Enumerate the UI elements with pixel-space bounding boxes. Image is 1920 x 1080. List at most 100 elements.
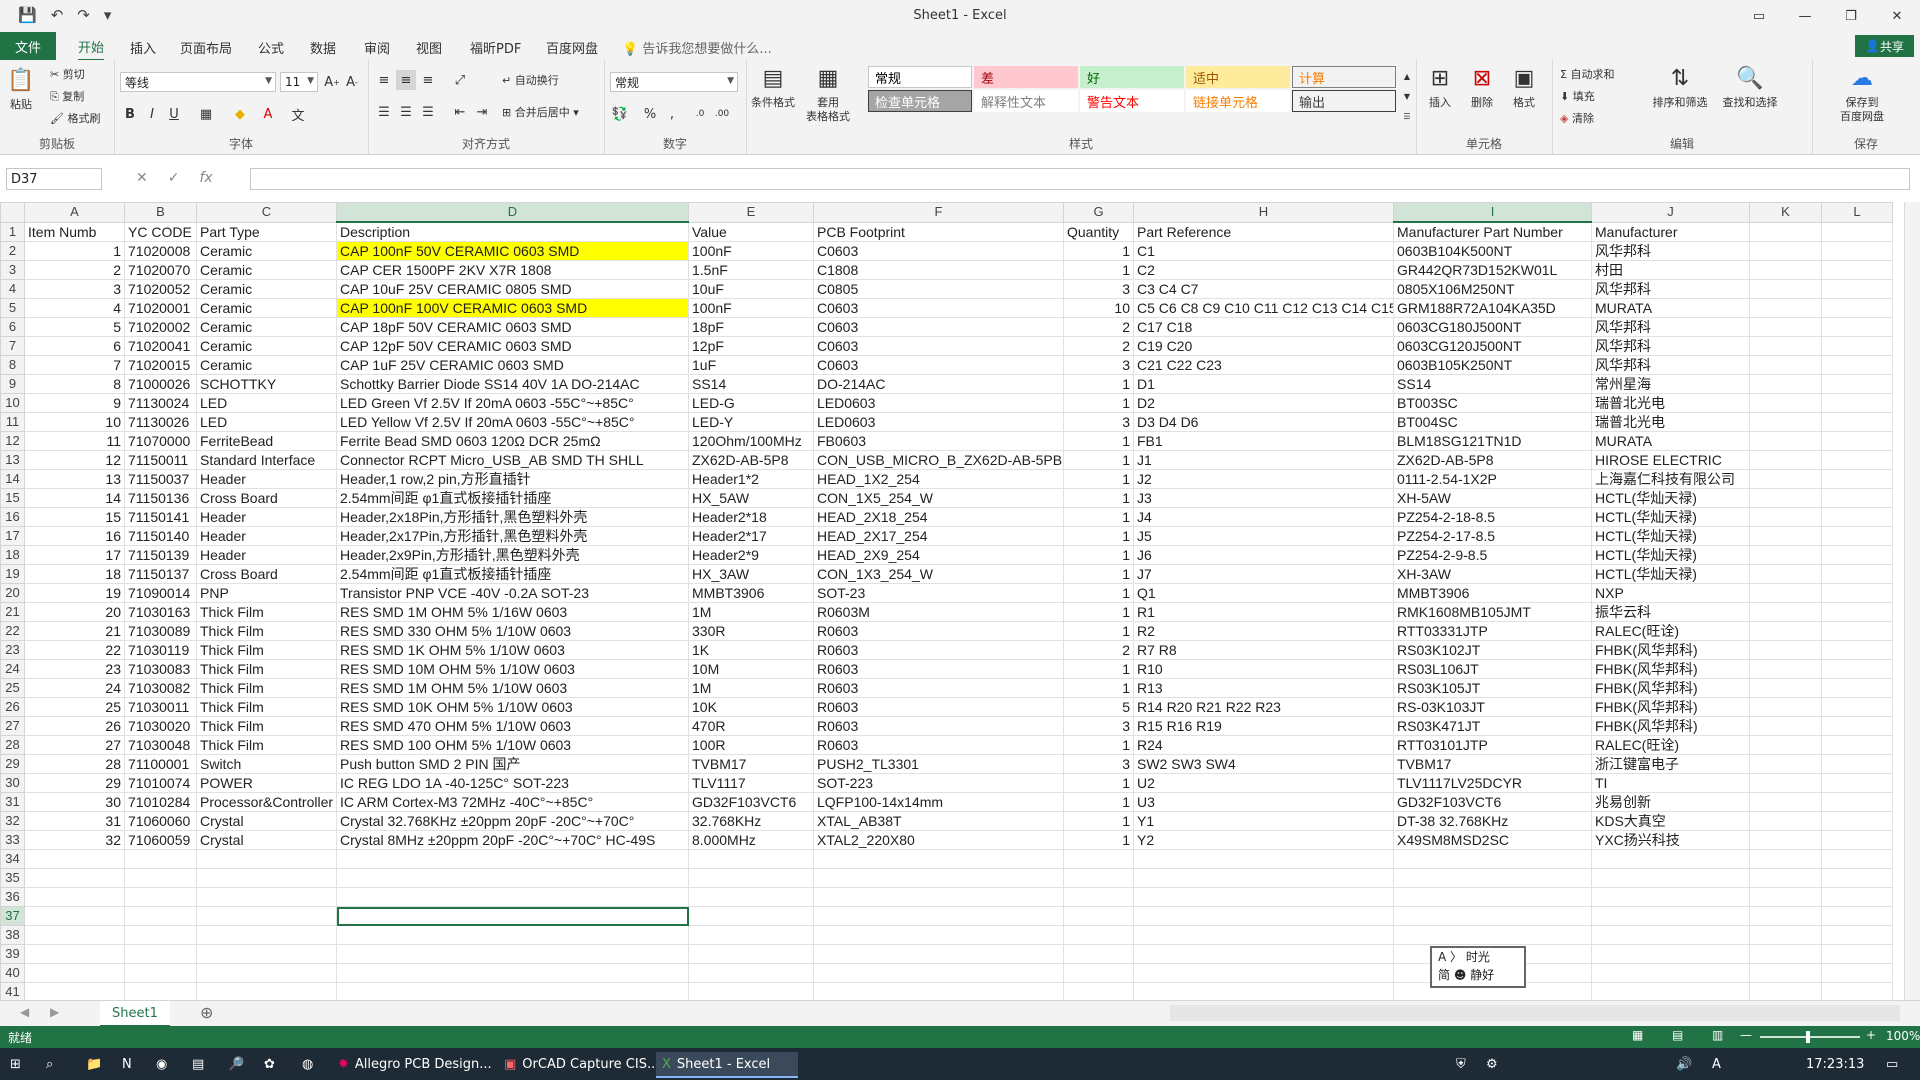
cell-H38[interactable] bbox=[1133, 925, 1394, 945]
row-header[interactable]: 35 bbox=[0, 868, 25, 888]
cell-L19[interactable] bbox=[1821, 564, 1893, 584]
cell-G39[interactable] bbox=[1063, 944, 1134, 964]
insert-function-icon[interactable]: fx bbox=[199, 170, 212, 186]
cell-B30[interactable]: 71010074 bbox=[124, 773, 197, 793]
cell-C24[interactable]: Thick Film bbox=[196, 659, 337, 679]
search-icon[interactable]: ⌕ bbox=[40, 1052, 59, 1076]
cell-G20[interactable]: 1 bbox=[1063, 583, 1134, 603]
cell-B36[interactable] bbox=[124, 887, 197, 907]
cell-C13[interactable]: Standard Interface bbox=[196, 450, 337, 470]
cell-H29[interactable]: SW2 SW3 SW4 bbox=[1133, 754, 1394, 774]
cell-B24[interactable]: 71030083 bbox=[124, 659, 197, 679]
cell-B31[interactable]: 71010284 bbox=[124, 792, 197, 812]
cell-F15[interactable]: CON_1X5_254_W bbox=[813, 488, 1064, 508]
cell-H36[interactable] bbox=[1133, 887, 1394, 907]
cell-K21[interactable] bbox=[1749, 602, 1822, 622]
chrome-icon[interactable]: ◍ bbox=[296, 1052, 319, 1076]
cell-L38[interactable] bbox=[1821, 925, 1893, 945]
cell-H30[interactable]: U2 bbox=[1133, 773, 1394, 793]
cell-I38[interactable] bbox=[1393, 925, 1592, 945]
name-box[interactable]: D37 bbox=[6, 168, 102, 190]
cell-A5[interactable]: 4 bbox=[24, 298, 125, 318]
row-header[interactable]: 10 bbox=[0, 393, 25, 413]
cell-L12[interactable] bbox=[1821, 431, 1893, 451]
cell-F21[interactable]: R0603M bbox=[813, 602, 1064, 622]
cell-H23[interactable]: R7 R8 bbox=[1133, 640, 1394, 660]
cell-K41[interactable] bbox=[1749, 982, 1822, 1002]
cell-D8[interactable]: CAP 1uF 25V CERAMIC 0603 SMD bbox=[336, 355, 689, 375]
cell-J3[interactable]: 村田 bbox=[1591, 260, 1750, 280]
cell-C2[interactable]: Ceramic bbox=[196, 241, 337, 261]
cell-J14[interactable]: 上海嘉仁科技有限公司 bbox=[1591, 469, 1750, 489]
cell-I28[interactable]: RTT03101JTP bbox=[1393, 735, 1592, 755]
notification-icon[interactable]: ▭ bbox=[1880, 1052, 1904, 1076]
cell-B19[interactable]: 71150137 bbox=[124, 564, 197, 584]
cell-D41[interactable] bbox=[336, 982, 689, 1002]
cell-L29[interactable] bbox=[1821, 754, 1893, 774]
cell-J9[interactable]: 常州星海 bbox=[1591, 374, 1750, 394]
cell-C14[interactable]: Header bbox=[196, 469, 337, 489]
tab-file[interactable]: 文件 bbox=[0, 32, 56, 60]
cell-K7[interactable] bbox=[1749, 336, 1822, 356]
comma-style-icon[interactable]: , bbox=[662, 104, 682, 124]
cell-G16[interactable]: 1 bbox=[1063, 507, 1134, 527]
cell-A9[interactable]: 8 bbox=[24, 374, 125, 394]
cell-I10[interactable]: BT003SC bbox=[1393, 393, 1592, 413]
cell-K37[interactable] bbox=[1749, 906, 1822, 926]
cell-H27[interactable]: R15 R16 R19 bbox=[1133, 716, 1394, 736]
row-header[interactable]: 24 bbox=[0, 659, 25, 679]
cell-B23[interactable]: 71030119 bbox=[124, 640, 197, 660]
cell-B26[interactable]: 71030011 bbox=[124, 697, 197, 717]
cell-B37[interactable] bbox=[124, 906, 197, 926]
cell-J13[interactable]: HIROSE ELECTRIC bbox=[1591, 450, 1750, 470]
cell-B41[interactable] bbox=[124, 982, 197, 1002]
cell-I12[interactable]: BLM18SG121TN1D bbox=[1393, 431, 1592, 451]
cell-H4[interactable]: C3 C4 C7 bbox=[1133, 279, 1394, 299]
cell-J37[interactable] bbox=[1591, 906, 1750, 926]
cell-C22[interactable]: Thick Film bbox=[196, 621, 337, 641]
onenote-icon[interactable]: N bbox=[116, 1052, 138, 1076]
cell-style-1[interactable]: 差 bbox=[974, 66, 1078, 88]
cell-E35[interactable] bbox=[688, 868, 814, 888]
cell-K19[interactable] bbox=[1749, 564, 1822, 584]
cell-L25[interactable] bbox=[1821, 678, 1893, 698]
cell-L4[interactable] bbox=[1821, 279, 1893, 299]
cell-K16[interactable] bbox=[1749, 507, 1822, 527]
cell-style-8[interactable]: 链接单元格 bbox=[1186, 90, 1290, 112]
cell-E2[interactable]: 100nF bbox=[688, 241, 814, 261]
increase-decimal-icon[interactable]: .0 bbox=[690, 104, 710, 124]
cell-I6[interactable]: 0603CG180J500NT bbox=[1393, 317, 1592, 337]
cell-I4[interactable]: 0805X106M250NT bbox=[1393, 279, 1592, 299]
cell-J27[interactable]: FHBK(风华邦科) bbox=[1591, 716, 1750, 736]
row-header[interactable]: 37 bbox=[0, 906, 25, 926]
cell-E30[interactable]: TLV1117 bbox=[688, 773, 814, 793]
cell-L30[interactable] bbox=[1821, 773, 1893, 793]
cell-H31[interactable]: U3 bbox=[1133, 792, 1394, 812]
cell-G41[interactable] bbox=[1063, 982, 1134, 1002]
prev-sheet-icon[interactable]: ◀ bbox=[20, 1005, 29, 1019]
cell-H25[interactable]: R13 bbox=[1133, 678, 1394, 698]
cell-L26[interactable] bbox=[1821, 697, 1893, 717]
cell-C21[interactable]: Thick Film bbox=[196, 602, 337, 622]
row-header[interactable]: 29 bbox=[0, 754, 25, 774]
cell-G28[interactable]: 1 bbox=[1063, 735, 1134, 755]
row-header[interactable]: 18 bbox=[0, 545, 25, 565]
cell-D15[interactable]: 2.54mm间距 φ1直式板接插针插座 bbox=[336, 488, 689, 508]
cell-B9[interactable]: 71000026 bbox=[124, 374, 197, 394]
cell-D3[interactable]: CAP CER 1500PF 2KV X7R 1808 bbox=[336, 260, 689, 280]
row-header[interactable]: 25 bbox=[0, 678, 25, 698]
start-windows-icon[interactable]: ⊞ bbox=[4, 1052, 27, 1076]
cell-B28[interactable]: 71030048 bbox=[124, 735, 197, 755]
cell-D31[interactable]: IC ARM Cortex-M3 72MHz -40C°~+85C° bbox=[336, 792, 689, 812]
row-header[interactable]: 17 bbox=[0, 526, 25, 546]
cell-G30[interactable]: 1 bbox=[1063, 773, 1134, 793]
cell-J35[interactable] bbox=[1591, 868, 1750, 888]
phonetic-icon[interactable]: 文 bbox=[288, 104, 308, 124]
cell-I1[interactable]: Manufacturer Part Number bbox=[1393, 221, 1592, 242]
italic-icon[interactable]: I bbox=[142, 104, 162, 124]
row-header[interactable]: 13 bbox=[0, 450, 25, 470]
format-as-table-button[interactable]: ▦ 套用 表格格式 bbox=[802, 64, 854, 124]
cell-K18[interactable] bbox=[1749, 545, 1822, 565]
column-header-D[interactable]: D bbox=[336, 202, 689, 223]
cell-F3[interactable]: C1808 bbox=[813, 260, 1064, 280]
